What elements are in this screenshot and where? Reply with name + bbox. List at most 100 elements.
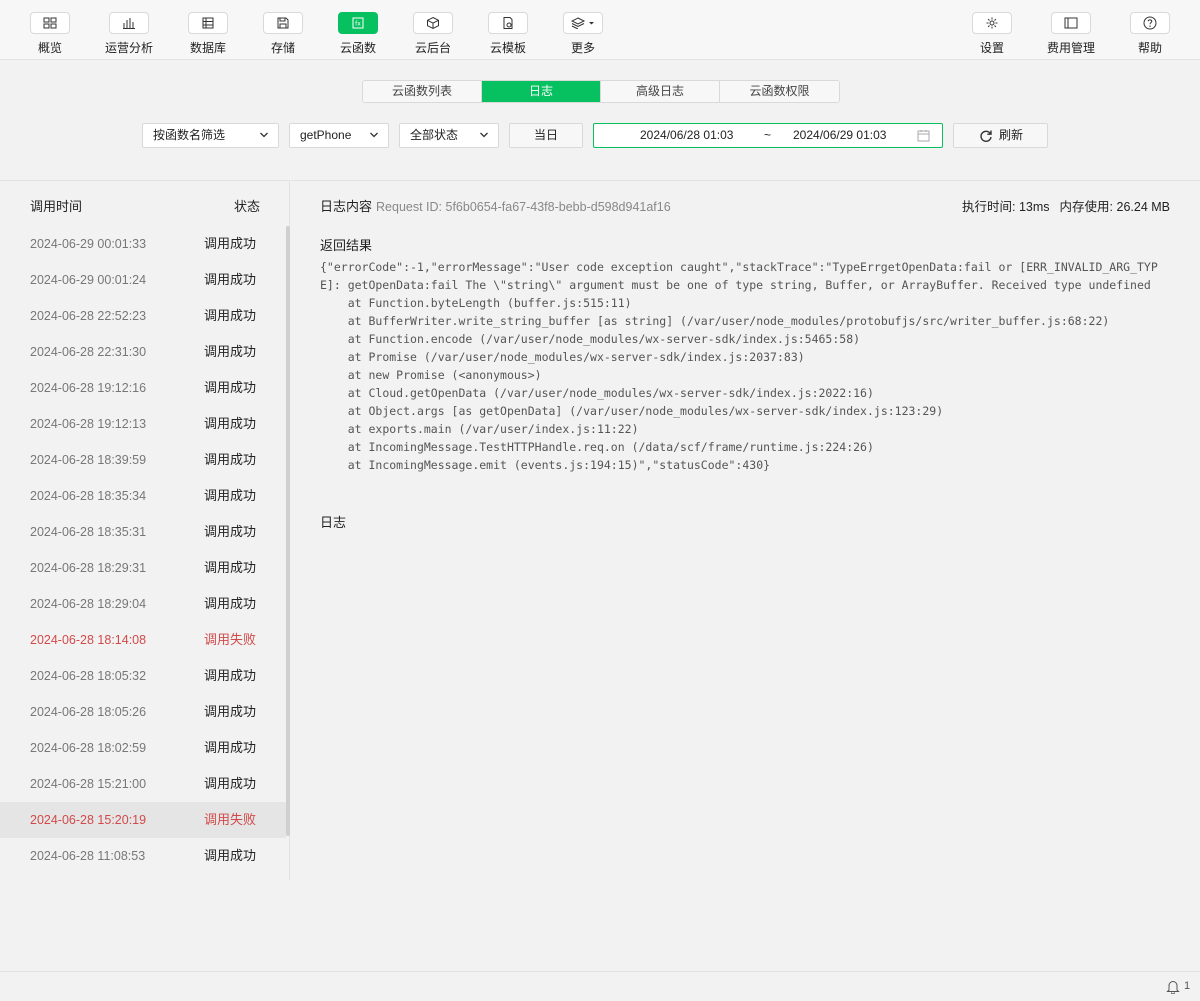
date-start: 2024/06/28 01:03 bbox=[640, 128, 734, 142]
tab-function-permissions[interactable]: 云函数权限 bbox=[720, 81, 839, 102]
invocation-status: 调用成功 bbox=[204, 488, 257, 503]
database-icon bbox=[188, 12, 228, 34]
toolbar-cloud-template[interactable]: 云模板 bbox=[473, 12, 543, 56]
detail-meta: 执行时间: 13ms 内存使用: 26.24 MB bbox=[952, 196, 1170, 215]
toolbar-overview[interactable]: 概览 bbox=[15, 12, 85, 56]
toolbar-more[interactable]: 更多 bbox=[548, 12, 618, 56]
list-item[interactable]: 2024-06-28 18:29:31 调用成功 bbox=[0, 550, 286, 586]
toolbar-cloud-backend[interactable]: 云后台 bbox=[398, 12, 468, 56]
invocation-time: 2024-06-28 18:35:34 bbox=[30, 489, 147, 503]
tab-function-list[interactable]: 云函数列表 bbox=[363, 81, 482, 102]
notification-count: 1 bbox=[1184, 980, 1191, 992]
invocation-status: 调用成功 bbox=[204, 272, 257, 287]
invocation-time: 2024-06-28 11:08:53 bbox=[30, 849, 146, 863]
toolbar-settings[interactable]: 设置 bbox=[957, 12, 1027, 56]
invocation-status: 调用成功 bbox=[204, 776, 257, 791]
toolbar-label: 数据库 bbox=[189, 41, 226, 55]
list-item[interactable]: 2024-06-28 18:29:04 调用成功 bbox=[0, 586, 286, 622]
list-item[interactable]: 2024-06-29 00:01:33 调用成功 bbox=[0, 226, 286, 262]
invocation-time: 2024-06-28 22:52:23 bbox=[30, 309, 147, 323]
chevron-down-icon bbox=[260, 132, 268, 138]
today-button[interactable]: 当日 bbox=[509, 123, 583, 148]
toolbar-label: 存储 bbox=[270, 41, 295, 55]
list-item[interactable]: 2024-06-28 22:52:23 调用成功 bbox=[0, 298, 286, 334]
function-select[interactable]: getPhone bbox=[289, 123, 389, 148]
invocation-status: 调用失败 bbox=[204, 812, 257, 827]
toolbar-label: 更多 bbox=[570, 41, 595, 55]
list-item[interactable]: 2024-06-28 18:35:34 调用成功 bbox=[0, 478, 286, 514]
toolbar-label: 云后台 bbox=[414, 41, 451, 55]
list-item[interactable]: 2024-06-28 19:12:16 调用成功 bbox=[0, 370, 286, 406]
tab-advanced-logs[interactable]: 高级日志 bbox=[601, 81, 720, 102]
list-item[interactable]: 2024-06-28 18:14:08 调用失败 bbox=[0, 622, 286, 658]
refresh-button[interactable]: 刷新 bbox=[953, 123, 1048, 148]
invocation-time: 2024-06-28 18:39:59 bbox=[30, 453, 147, 467]
toolbar-help[interactable]: 帮助 bbox=[1115, 12, 1185, 56]
invocation-time: 2024-06-28 18:05:32 bbox=[30, 669, 147, 683]
bell-icon[interactable] bbox=[1166, 979, 1180, 994]
list-rows: 2024-06-29 00:01:33 调用成功 2024-06-29 00:01:… bbox=[0, 226, 286, 874]
invocation-time: 2024-06-28 18:29:04 bbox=[30, 597, 147, 611]
list-item[interactable]: 2024-06-28 18:35:31 调用成功 bbox=[0, 514, 286, 550]
detail-header: 日志内容 Request ID: 5f6b0654-fa67-43f8-bebb-… bbox=[320, 196, 671, 215]
invocation-time: 2024-06-28 18:29:31 bbox=[30, 561, 147, 575]
gear-icon bbox=[972, 12, 1012, 34]
list-item[interactable]: 2024-06-28 19:12:13 调用成功 bbox=[0, 406, 286, 442]
invocation-status: 调用成功 bbox=[204, 416, 257, 431]
list-item[interactable]: 2024-06-28 18:05:26 调用成功 bbox=[0, 694, 286, 730]
list-item[interactable]: 2024-06-28 15:21:00 调用成功 bbox=[0, 766, 286, 802]
status-value: 全部状态 bbox=[410, 128, 459, 142]
invocation-time: 2024-06-28 18:35:31 bbox=[30, 525, 147, 539]
tab-logs[interactable]: 日志 bbox=[482, 81, 601, 102]
layers-icon bbox=[563, 12, 603, 34]
toolbar-label: 云模板 bbox=[489, 41, 526, 55]
column-header-status: 状态 bbox=[234, 199, 261, 214]
date-end: 2024/06/29 01:03 bbox=[793, 128, 887, 142]
list-item[interactable]: 2024-06-28 15:20:19 调用失败 bbox=[0, 802, 286, 838]
detail-title: 日志内容 bbox=[320, 199, 373, 214]
invocation-status: 调用成功 bbox=[204, 740, 257, 755]
toolbar-storage[interactable]: 存储 bbox=[248, 12, 318, 56]
invocation-status: 调用成功 bbox=[204, 704, 257, 719]
invocation-status: 调用成功 bbox=[204, 524, 257, 539]
toolbar-cloud-function[interactable]: fx 云函数 bbox=[323, 12, 393, 56]
storage-icon bbox=[263, 12, 303, 34]
calendar-icon bbox=[917, 130, 930, 142]
invocation-time: 2024-06-28 19:12:13 bbox=[30, 417, 147, 431]
filter-mode-select[interactable]: 按函数名筛选 bbox=[142, 123, 279, 148]
list-item[interactable]: 2024-06-28 11:08:53 调用成功 bbox=[0, 838, 286, 874]
function-icon: fx bbox=[338, 12, 378, 34]
invocation-time: 2024-06-28 18:05:26 bbox=[30, 705, 147, 719]
date-separator: ~ bbox=[764, 128, 772, 142]
function-value: getPhone bbox=[300, 128, 352, 142]
toolbar-label: 费用管理 bbox=[1046, 41, 1095, 55]
invocation-status: 调用成功 bbox=[204, 596, 257, 611]
result-content: {"errorCode":-1,"errorMessage":"User cod… bbox=[320, 260, 1158, 472]
list-item[interactable]: 2024-06-28 18:39:59 调用成功 bbox=[0, 442, 286, 478]
column-header-time: 调用时间 bbox=[30, 199, 83, 214]
status-select[interactable]: 全部状态 bbox=[399, 123, 499, 148]
invocation-status: 调用成功 bbox=[204, 308, 257, 323]
toolbar-analytics[interactable]: 运营分析 bbox=[94, 12, 164, 56]
list-header: 调用时间 状态 bbox=[0, 181, 290, 225]
toolbar-database[interactable]: 数据库 bbox=[173, 12, 243, 56]
top-toolbar: 概览 运营分析 数据库 存储 fx 云函数 云后台 云模板 更多 设置 费用管理… bbox=[0, 0, 1200, 60]
invocation-status: 调用成功 bbox=[204, 848, 257, 863]
log-section-title: 日志 bbox=[320, 515, 347, 530]
list-item[interactable]: 2024-06-28 22:31:30 调用成功 bbox=[0, 334, 286, 370]
invocation-status: 调用成功 bbox=[204, 560, 257, 575]
list-item[interactable]: 2024-06-29 00:01:24 调用成功 bbox=[0, 262, 286, 298]
list-scrollbar[interactable] bbox=[286, 226, 290, 836]
toolbar-billing[interactable]: 费用管理 bbox=[1036, 12, 1106, 56]
invocation-time: 2024-06-28 22:31:30 bbox=[30, 345, 147, 359]
invocation-time: 2024-06-29 00:01:24 bbox=[30, 273, 147, 287]
invocation-time: 2024-06-28 15:20:19 bbox=[30, 813, 147, 827]
list-item[interactable]: 2024-06-28 18:05:32 调用成功 bbox=[0, 658, 286, 694]
result-section-title: 返回结果 bbox=[320, 238, 373, 253]
list-item[interactable]: 2024-06-28 18:02:59 调用成功 bbox=[0, 730, 286, 766]
execution-time: 执行时间: 13ms bbox=[962, 200, 1050, 214]
svg-text:fx: fx bbox=[355, 21, 361, 28]
invocation-time: 2024-06-28 18:14:08 bbox=[30, 633, 147, 647]
invocation-time: 2024-06-28 15:21:00 bbox=[30, 777, 147, 791]
date-range-picker[interactable]: 2024/06/28 01:03 ~ 2024/06/29 01:03 bbox=[593, 123, 943, 148]
